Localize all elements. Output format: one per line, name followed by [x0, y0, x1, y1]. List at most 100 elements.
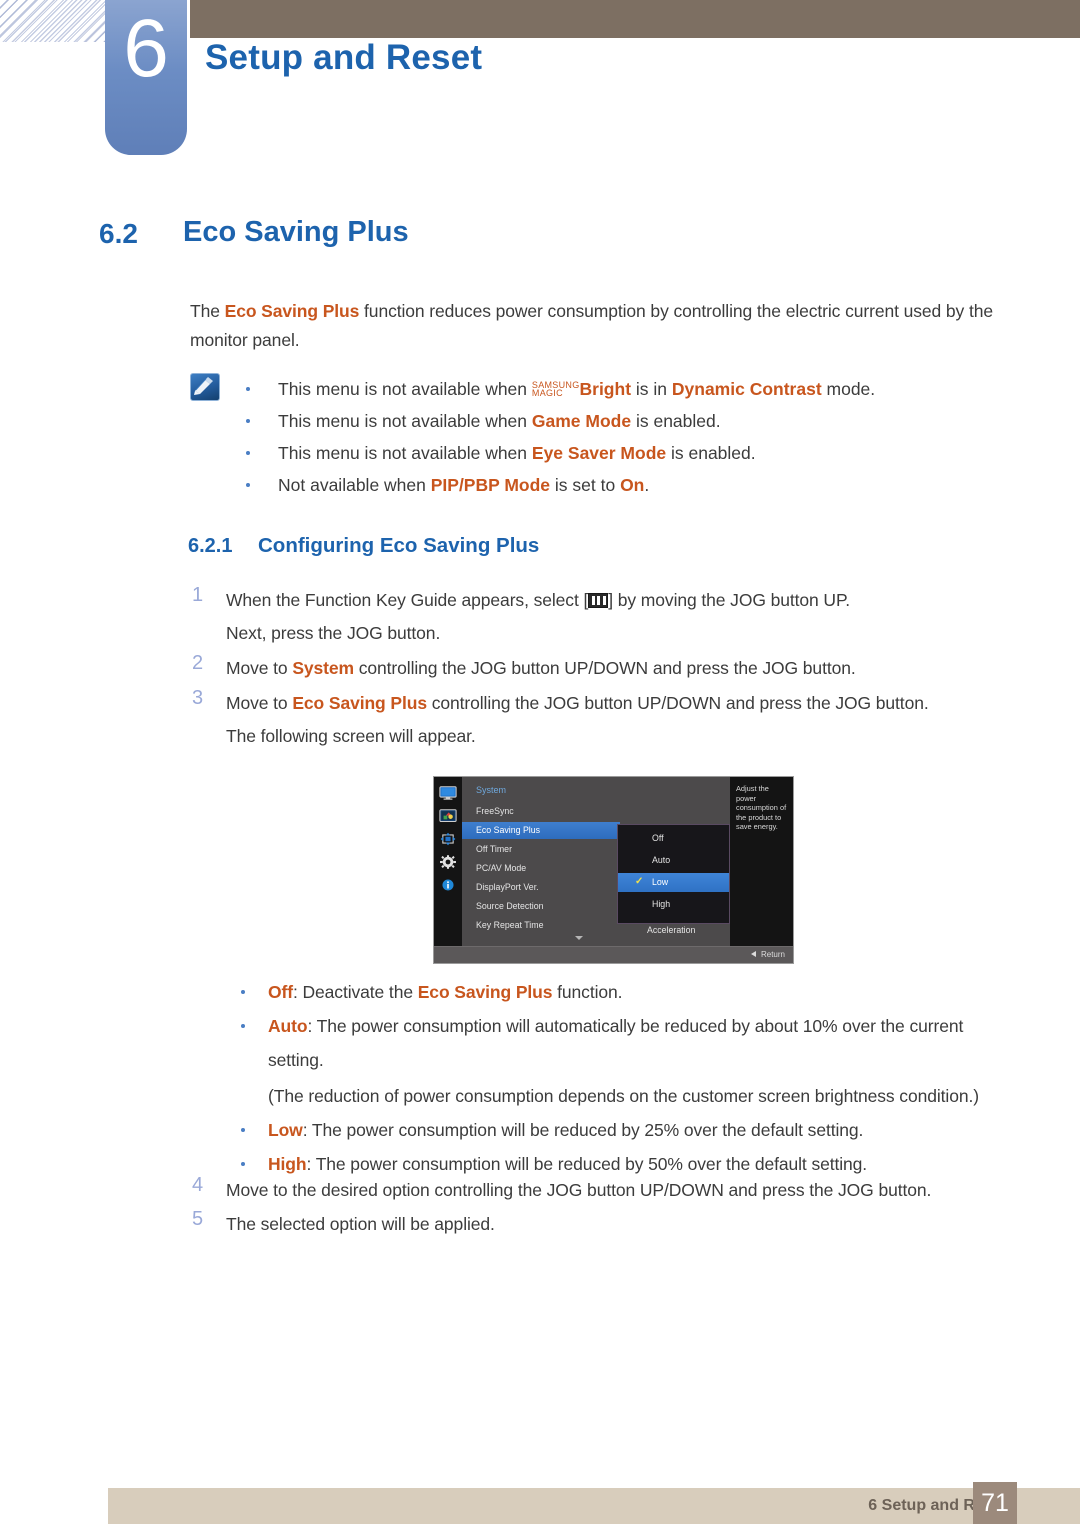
osd-menu-item-key-repeat-time[interactable]: Key Repeat Time	[462, 917, 620, 934]
step2-bold: System	[292, 658, 354, 678]
note-item: This menu is not available when SAMSUNG M…	[240, 373, 1010, 405]
bullet-dot	[241, 1128, 245, 1132]
osd-menu-screenshot: System FreeSync Eco Saving Plus Off Time…	[433, 776, 794, 964]
osd-submenu-option-auto[interactable]: Auto	[618, 851, 729, 870]
step2-post: controlling the JOG button UP/DOWN and p…	[353, 658, 856, 678]
note-text-pre: This menu is not available when	[278, 379, 532, 399]
section-title: Eco Saving Plus	[183, 216, 409, 248]
note-bold2: Dynamic Contrast	[671, 379, 822, 399]
option-auto-pre: : The power consumption will automatical…	[268, 1016, 964, 1070]
step-text-3: Move to Eco Saving Plus controlling the …	[226, 687, 1016, 720]
note-bold1: Eye Saver Mode	[531, 443, 667, 463]
picture-color-icon[interactable]	[439, 809, 457, 823]
osd-panel-title: System	[476, 785, 507, 795]
option-off-label: Off	[268, 982, 293, 1002]
note-item: This menu is not available when Eye Save…	[240, 437, 1010, 469]
note-bold1: PIP/PBP Mode	[430, 475, 551, 495]
step-text-1: When the Function Key Guide appears, sel…	[226, 584, 1016, 617]
option-high-label: High	[268, 1154, 307, 1174]
note-mid: is set to	[550, 475, 621, 495]
intro-part1: The	[190, 301, 225, 321]
note-text-pre: Not available when	[278, 475, 431, 495]
display-monitor-icon[interactable]	[439, 786, 457, 800]
osd-menu-item-off-timer[interactable]: Off Timer	[462, 841, 620, 858]
bullet-dot	[246, 451, 250, 455]
step-text-4: Move to the desired option controlling t…	[226, 1180, 932, 1200]
bullet-dot	[241, 1162, 245, 1166]
note-bold2: On	[620, 475, 645, 495]
osd-menu-item-eco-saving-plus[interactable]: Eco Saving Plus	[462, 822, 620, 839]
note-pencil-icon	[190, 373, 220, 401]
note-bold1: Bright	[579, 379, 632, 399]
subsection-number: 6.2.1	[188, 535, 233, 557]
option-item-off: Off: Deactivate the Eco Saving Plus func…	[240, 975, 1020, 1009]
step-text-5: The selected option will be applied.	[226, 1214, 495, 1234]
system-gear-icon[interactable]	[439, 855, 457, 869]
note-post: is enabled.	[631, 411, 721, 431]
step-number-4: 4	[192, 1174, 204, 1196]
step-number-5: 5	[192, 1208, 204, 1230]
bullet-dot	[246, 483, 250, 487]
osd-submenu: Off Auto ✓ Low High	[617, 824, 730, 924]
step3-pre: Move to	[226, 693, 293, 713]
option-off-pre: : Deactivate the	[292, 982, 418, 1002]
note-text-pre: This menu is not available when	[278, 411, 532, 431]
osd-acceleration-value: Acceleration	[647, 925, 696, 935]
osd-submenu-option-high[interactable]: High	[618, 895, 729, 914]
note-post: mode.	[821, 379, 876, 399]
step-number-1: 1	[192, 584, 204, 606]
osd-icon-rail	[434, 777, 462, 949]
note-bold1: Game Mode	[531, 411, 632, 431]
note-list: This menu is not available when SAMSUNG M…	[240, 373, 1010, 501]
step-number-3: 3	[192, 687, 204, 709]
page-number: 71	[973, 1482, 1017, 1524]
jog-button-icon	[588, 593, 609, 608]
checkmark-icon: ✓	[635, 876, 644, 887]
option-auto-label: Auto	[268, 1016, 308, 1036]
osd-description-panel: Adjust the power consumption of the prod…	[730, 777, 793, 949]
note-item: This menu is not available when Game Mod…	[240, 405, 1010, 437]
option-high-pre: : The power consumption will be reduced …	[306, 1154, 868, 1174]
section-number: 6.2	[99, 218, 138, 249]
chapter-title: Setup and Reset	[205, 38, 483, 77]
osd-submenu-option-off[interactable]: Off	[618, 829, 729, 848]
option-off-bold2: Eco Saving Plus	[417, 982, 553, 1002]
bullet-dot	[246, 419, 250, 423]
bullet-dot	[246, 387, 250, 391]
option-list: Off: Deactivate the Eco Saving Plus func…	[240, 975, 1020, 1181]
pip-arrows-icon[interactable]	[439, 832, 457, 846]
step1-post: ] by moving the JOG button UP.	[608, 590, 851, 610]
intro-paragraph: The Eco Saving Plus function reduces pow…	[190, 297, 1008, 355]
step-text-1-line2: Next, press the JOG button.	[226, 623, 441, 643]
option-low-pre: : The power consumption will be reduced …	[302, 1120, 864, 1140]
step-text-2: Move to System controlling the JOG butto…	[226, 652, 1016, 685]
step-text-3-line2: The following screen will appear.	[226, 726, 476, 746]
option-auto-extra: (The reduction of power consumption depe…	[268, 1086, 979, 1106]
note-post: .	[644, 475, 650, 495]
osd-menu-item-displayport-ver[interactable]: DisplayPort Ver.	[462, 879, 620, 896]
note-item: Not available when PIP/PBP Mode is set t…	[240, 469, 1010, 501]
magic-line2: MAGIC	[531, 388, 563, 398]
osd-return-label: Return	[760, 950, 785, 959]
header-bar	[190, 0, 1080, 38]
osd-footer-bar: Return	[434, 946, 793, 963]
osd-menu-item-pc-av-mode[interactable]: PC/AV Mode	[462, 860, 620, 877]
chapter-number: 6	[123, 3, 169, 94]
osd-submenu-option-low-label: Low	[652, 877, 669, 887]
osd-return-button[interactable]: Return	[750, 950, 785, 959]
osd-menu-item-source-detection[interactable]: Source Detection	[462, 898, 620, 915]
option-item-auto: Auto: The power consumption will automat…	[240, 1009, 1020, 1113]
note-mid: is in	[631, 379, 672, 399]
information-icon[interactable]	[439, 878, 457, 892]
bullet-dot	[241, 1024, 245, 1028]
step1-pre: When the Function Key Guide appears, sel…	[226, 590, 589, 610]
osd-submenu-option-low[interactable]: ✓ Low	[618, 873, 729, 892]
step3-post: controlling the JOG button UP/DOWN and p…	[426, 693, 929, 713]
step2-pre: Move to	[226, 658, 293, 678]
osd-menu-panel: System FreeSync Eco Saving Plus Off Time…	[462, 777, 730, 949]
corner-hatch-overlay	[0, 0, 105, 42]
note-text-pre: This menu is not available when	[278, 443, 532, 463]
chevron-down-icon[interactable]	[575, 936, 583, 940]
left-arrow-icon	[750, 951, 756, 957]
osd-menu-item-freesync[interactable]: FreeSync	[462, 803, 620, 820]
